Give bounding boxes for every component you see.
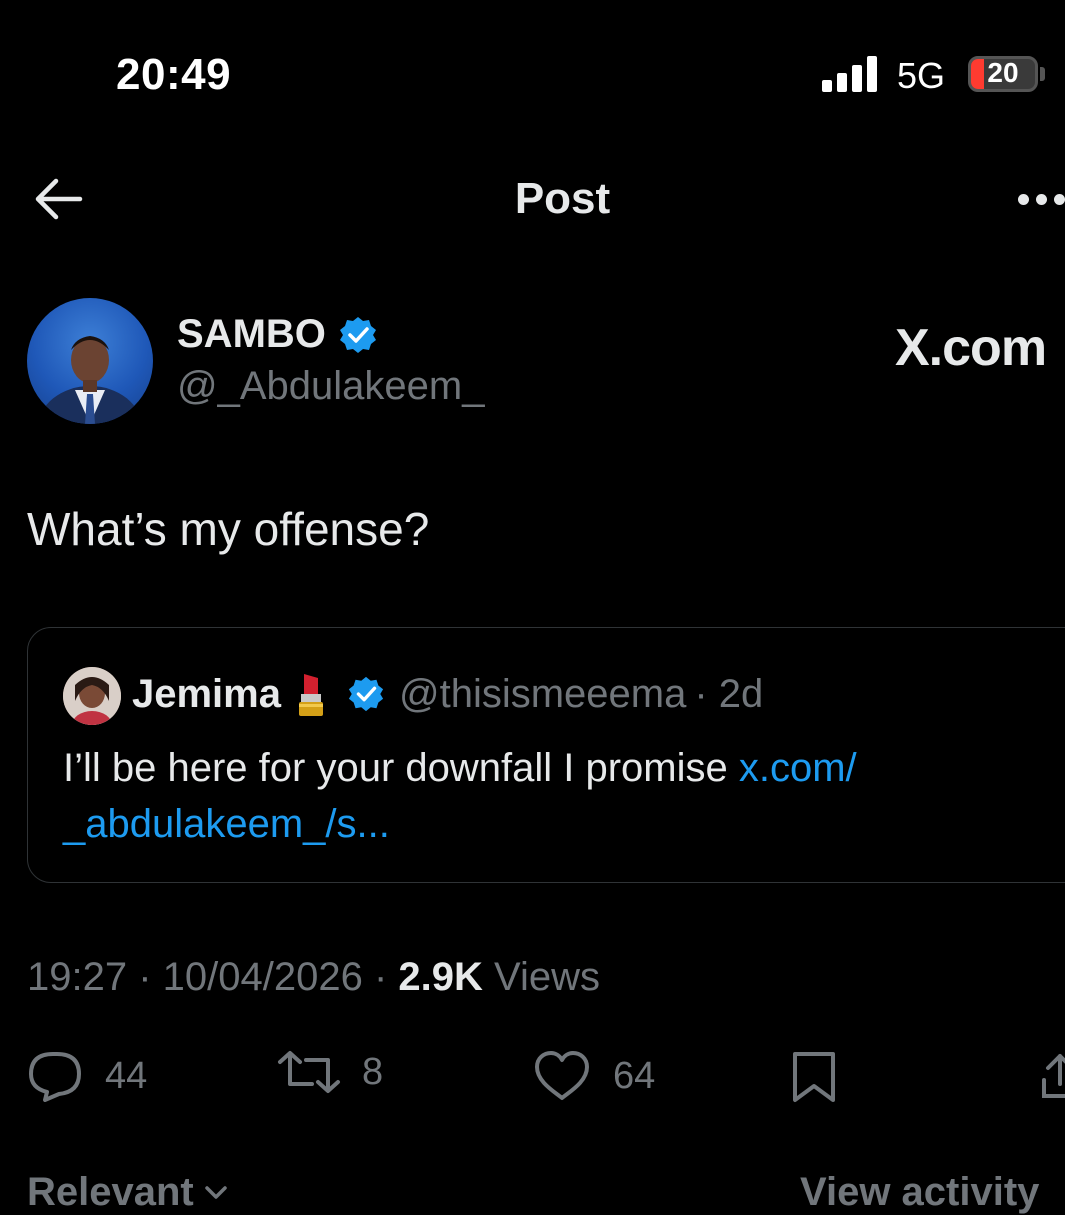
chevron-down-icon bbox=[205, 1185, 227, 1199]
quoted-age: · 2d bbox=[694, 671, 764, 716]
verified-badge-icon bbox=[339, 316, 376, 353]
quoted-header: Jemima @thisismeeema · 2d bbox=[132, 670, 763, 718]
share-icon bbox=[1042, 1054, 1065, 1098]
author-avatar[interactable] bbox=[27, 298, 153, 424]
repost-count: 8 bbox=[362, 1050, 384, 1093]
quoted-body: I’ll be here for your downfall I promise bbox=[63, 746, 739, 790]
x-com-watermark: X.com bbox=[895, 319, 1047, 377]
quoted-avatar bbox=[63, 667, 121, 725]
signal-icon bbox=[822, 56, 880, 92]
sort-label: Relevant bbox=[27, 1170, 194, 1214]
bookmark-icon bbox=[793, 1052, 835, 1102]
views-label: Views bbox=[482, 955, 600, 999]
more-options-button[interactable] bbox=[1014, 192, 1065, 208]
reply-button[interactable]: 44 bbox=[27, 1050, 147, 1102]
battery-level: 20 bbox=[987, 57, 1019, 88]
battery-icon: 20 bbox=[968, 56, 1038, 92]
network-type: 5G bbox=[897, 55, 946, 96]
post-timestamp: 19:27 · 10/04/2026 · bbox=[27, 955, 399, 999]
quoted-name: Jemima bbox=[132, 671, 281, 716]
repost-button[interactable]: 8 bbox=[276, 1050, 383, 1094]
page-title: Post bbox=[514, 174, 611, 223]
lipstick-emoji-icon bbox=[298, 674, 323, 716]
view-activity-link[interactable]: View activity bbox=[800, 1170, 1039, 1215]
quoted-text: I’ll be here for your downfall I promise… bbox=[63, 740, 1023, 852]
verified-badge-icon bbox=[348, 676, 384, 712]
repost-icon bbox=[278, 1051, 340, 1093]
like-button[interactable]: 64 bbox=[533, 1050, 655, 1102]
author-name-row[interactable]: SAMBO bbox=[177, 312, 378, 357]
quoted-handle: @thisismeeema bbox=[398, 671, 687, 716]
post-text: What’s my offense? bbox=[27, 503, 430, 555]
views-count[interactable]: 2.9K bbox=[398, 955, 483, 999]
author-name[interactable]: SAMBO bbox=[177, 312, 326, 357]
reply-icon bbox=[29, 1052, 81, 1102]
share-button[interactable] bbox=[1040, 1052, 1065, 1100]
status-time: 20:49 bbox=[116, 50, 232, 99]
reply-count: 44 bbox=[105, 1054, 148, 1097]
bookmark-button[interactable] bbox=[790, 1050, 838, 1104]
sort-dropdown[interactable]: Relevant bbox=[27, 1170, 228, 1215]
post-meta: 19:27 · 10/04/2026 · 2.9K Views bbox=[27, 955, 600, 1000]
battery-nub bbox=[1040, 67, 1045, 81]
more-horizontal-icon bbox=[1018, 194, 1029, 205]
like-count: 64 bbox=[613, 1054, 656, 1097]
author-handle[interactable]: @_Abdulakeem_ bbox=[177, 364, 484, 409]
heart-icon bbox=[535, 1051, 589, 1100]
